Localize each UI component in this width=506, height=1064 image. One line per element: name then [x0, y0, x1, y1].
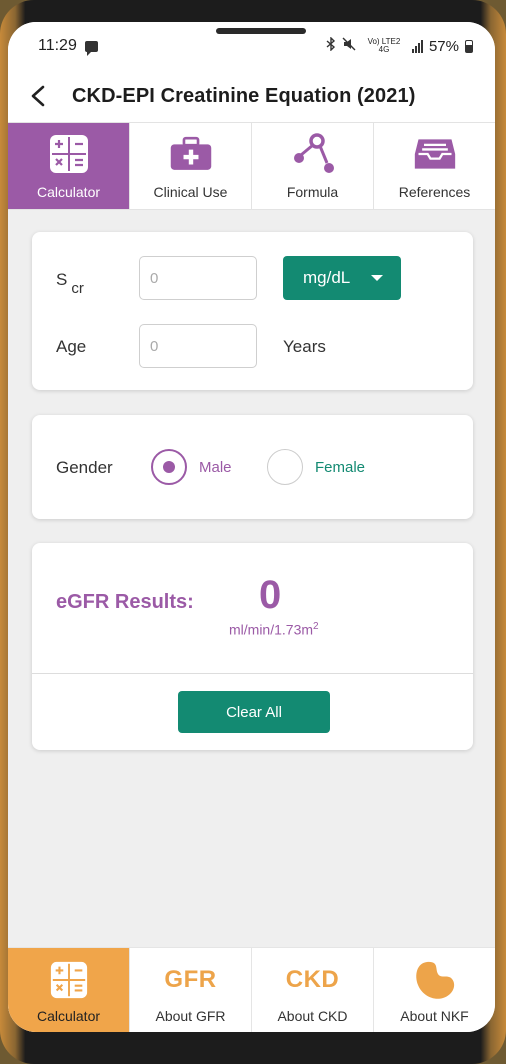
gfr-text-icon: GFR [164, 966, 217, 993]
clear-all-button[interactable]: Clear All [178, 691, 330, 733]
tab-label: Clinical Use [153, 184, 228, 200]
mute-icon [342, 37, 356, 55]
unit-selected: mg/dL [303, 268, 351, 287]
bottom-nav: Calculator GFR About GFR CKD About CKD A… [8, 947, 495, 1032]
age-input[interactable] [139, 324, 257, 368]
tab-formula[interactable]: Formula [252, 123, 374, 209]
ckd-text-icon: CKD [285, 966, 340, 993]
unit-dropdown[interactable]: mg/dL [283, 256, 401, 300]
tab-label: Formula [286, 184, 339, 200]
top-tab-bar: Calculator Clinical Use Formula Referenc… [8, 122, 495, 210]
signal-icon [411, 39, 423, 53]
nav-label: About NKF [400, 1008, 469, 1024]
egfr-unit-sup: 2 [313, 621, 319, 632]
results-card: eGFR Results: 0 ml/min/1.73m2 Clear All [32, 543, 473, 750]
page-title: CKD-EPI Creatinine Equation (2021) [72, 84, 416, 107]
female-label[interactable]: Female [315, 459, 365, 476]
nav-about-nkf[interactable]: About NKF [374, 948, 495, 1032]
tab-label: Calculator [36, 184, 101, 200]
results-label: eGFR Results: [56, 591, 194, 613]
male-radio[interactable] [151, 449, 187, 485]
title-bar: CKD-EPI Creatinine Equation (2021) [8, 70, 495, 122]
message-icon [84, 40, 98, 56]
camera-notch [216, 28, 306, 34]
gender-card: Gender Male Female [32, 415, 473, 519]
scr-label-sub: cr [71, 280, 84, 297]
egfr-unit-main: ml/min/1.73m [229, 621, 314, 638]
network-indicator: Vo) LTE2 4G [367, 37, 401, 54]
medical-kit-icon [169, 132, 213, 176]
female-radio[interactable] [267, 449, 303, 485]
back-arrow-icon [31, 85, 45, 107]
battery-icon [465, 39, 473, 53]
caret-down-icon [371, 275, 383, 281]
male-label[interactable]: Male [199, 459, 232, 476]
status-indicators: Vo) LTE2 4G 57% [326, 36, 473, 55]
nav-label: Calculator [36, 1008, 101, 1024]
age-label: Age [56, 337, 87, 356]
status-time: 11:29 [38, 37, 77, 54]
back-button[interactable] [8, 70, 68, 122]
nav-calculator[interactable]: Calculator [8, 948, 130, 1032]
egfr-unit: ml/min/1.73m2 [229, 621, 319, 638]
scr-label-main: S [56, 270, 68, 289]
app-screen: 11:29 Vo) LTE2 4G 57% CKD-EPI Creatinine… [8, 22, 495, 1032]
battery-percent: 57% [428, 37, 459, 55]
bluetooth-icon [326, 36, 336, 55]
calculator-icon [47, 132, 91, 176]
egfr-value: 0 [259, 573, 282, 617]
calculator-icon [49, 958, 89, 1002]
tab-label: References [398, 184, 471, 200]
tab-calculator[interactable]: Calculator [8, 123, 130, 209]
kidney-icon [413, 958, 457, 1002]
tab-references[interactable]: References [374, 123, 495, 209]
gender-label: Gender [56, 458, 113, 477]
tab-clinical-use[interactable]: Clinical Use [130, 123, 252, 209]
scr-label: Scr [56, 270, 84, 297]
nav-label: About GFR [155, 1008, 226, 1024]
age-unit: Years [283, 337, 326, 356]
nav-about-gfr[interactable]: GFR About GFR [130, 948, 252, 1032]
nav-label: About CKD [277, 1008, 348, 1024]
inbox-tray-icon [413, 132, 457, 176]
divider [32, 673, 473, 674]
scr-input[interactable] [139, 256, 257, 300]
formula-nodes-icon [291, 132, 335, 176]
input-card: Scr mg/dL Age Years [32, 232, 473, 390]
nav-about-ckd[interactable]: CKD About CKD [252, 948, 374, 1032]
